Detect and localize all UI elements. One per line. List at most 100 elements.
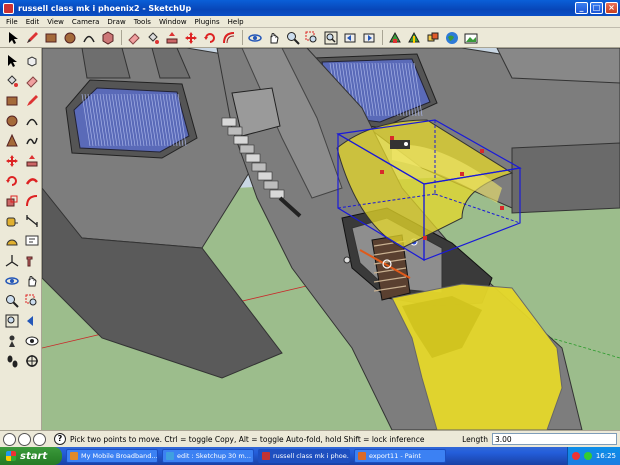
task-paint[interactable]: export11 - Paint [354, 449, 446, 463]
measurements-input[interactable] [492, 433, 617, 445]
offset-icon[interactable] [22, 191, 41, 210]
walk-icon[interactable] [2, 351, 21, 370]
start-button[interactable]: start [0, 447, 62, 465]
dimension-icon[interactable] [22, 211, 41, 230]
system-tray: 16:25 [566, 447, 620, 465]
taskbar: start My Mobile Broadband... edit : Sket… [0, 447, 620, 465]
credits-icon[interactable] [18, 432, 31, 446]
scale-icon[interactable] [2, 191, 21, 210]
status-bar: ? Pick two points to move. Ctrl = toggle… [0, 430, 620, 447]
orbit-icon[interactable] [2, 271, 21, 290]
clock: 16:25 [595, 452, 616, 460]
menu-draw[interactable]: Draw [103, 18, 129, 26]
freehand-icon[interactable] [22, 131, 41, 150]
select-icon[interactable] [4, 29, 21, 46]
eraser-icon[interactable] [22, 71, 41, 90]
zoom-icon[interactable] [2, 291, 21, 310]
arc-icon[interactable] [22, 111, 41, 130]
circle-icon[interactable] [2, 111, 21, 130]
paint-bucket-icon[interactable] [144, 29, 161, 46]
task-label: export11 - Paint [369, 452, 421, 460]
orbit-icon[interactable] [246, 29, 263, 46]
text-icon[interactable] [22, 231, 41, 250]
cockpit-fitting [343, 256, 351, 264]
pan-icon[interactable] [22, 271, 41, 290]
zoom-window-icon[interactable] [303, 29, 320, 46]
pan-icon[interactable] [265, 29, 282, 46]
arc-icon[interactable] [80, 29, 97, 46]
title-bar: russell class mk i phoenix2 - SketchUp _… [0, 0, 620, 16]
task-browser-edit[interactable]: edit : Sketchup 30 m... [162, 449, 254, 463]
polygon-icon[interactable] [99, 29, 116, 46]
rotate-icon[interactable] [201, 29, 218, 46]
main-toolbar [0, 28, 620, 48]
move-icon[interactable] [2, 151, 21, 170]
tray-network-icon[interactable] [583, 452, 592, 460]
zoom-window-icon[interactable] [22, 291, 41, 310]
tray-shield-icon[interactable] [571, 452, 580, 460]
task-sketchup[interactable]: russell class mk i phoe... [258, 449, 350, 463]
axes-icon[interactable] [2, 251, 21, 270]
minimize-button[interactable]: _ [575, 2, 588, 14]
zoom-extents-icon[interactable] [322, 29, 339, 46]
menu-help[interactable]: Help [224, 18, 248, 26]
look-around-icon[interactable] [22, 331, 41, 350]
photo-textures-icon[interactable] [462, 29, 479, 46]
user-icon[interactable] [33, 432, 46, 446]
previous-icon[interactable] [22, 311, 41, 330]
section-plane-icon[interactable] [22, 351, 41, 370]
menu-edit[interactable]: Edit [22, 18, 44, 26]
eraser-icon[interactable] [125, 29, 142, 46]
pencil-icon[interactable] [23, 29, 40, 46]
model-viewport[interactable] [42, 48, 620, 430]
push-pull-icon[interactable] [22, 151, 41, 170]
menu-camera[interactable]: Camera [68, 18, 103, 26]
move-cursor-point [404, 142, 408, 146]
tape-measure-icon[interactable] [2, 211, 21, 230]
follow-me-icon[interactable] [22, 171, 41, 190]
task-mobile-broadband[interactable]: My Mobile Broadband... [66, 449, 158, 463]
menu-file[interactable]: File [2, 18, 22, 26]
menu-bar: File Edit View Camera Draw Tools Window … [0, 16, 620, 28]
maximize-button[interactable]: □ [590, 2, 603, 14]
menu-view[interactable]: View [43, 18, 68, 26]
components-icon[interactable] [424, 29, 441, 46]
line-icon[interactable] [22, 91, 41, 110]
get-models-icon[interactable] [386, 29, 403, 46]
menu-tools[interactable]: Tools [130, 18, 155, 26]
model-scene[interactable] [42, 48, 620, 430]
push-pull-icon[interactable] [163, 29, 180, 46]
left-upper-strut [81, 48, 131, 79]
circle-icon[interactable] [61, 29, 78, 46]
next-view-icon[interactable] [360, 29, 377, 46]
zoom-extents-icon[interactable] [2, 311, 21, 330]
rotate-icon[interactable] [2, 171, 21, 190]
menu-plugins[interactable]: Plugins [191, 18, 224, 26]
browser-icon [166, 452, 174, 460]
share-model-icon[interactable] [405, 29, 422, 46]
toolbar-separator [242, 30, 243, 45]
previous-view-icon[interactable] [341, 29, 358, 46]
zoom-icon[interactable] [284, 29, 301, 46]
rectangle-icon[interactable] [42, 29, 59, 46]
move-icon[interactable] [182, 29, 199, 46]
paint-bucket-icon[interactable] [2, 71, 21, 90]
task-label: russell class mk i phoe... [273, 452, 350, 460]
geo-location-icon[interactable] [3, 432, 16, 446]
google-earth-icon[interactable] [443, 29, 460, 46]
status-hint: Pick two points to move. Ctrl = toggle C… [70, 434, 425, 444]
sketchup-app-icon [3, 2, 14, 14]
sketchup-icon [262, 452, 270, 460]
make-component-icon[interactable] [22, 51, 41, 70]
polygon-icon[interactable] [2, 131, 21, 150]
rectangle-icon[interactable] [2, 91, 21, 110]
select-icon[interactable] [2, 51, 21, 70]
task-label: edit : Sketchup 30 m... [177, 452, 251, 460]
offset-icon[interactable] [220, 29, 237, 46]
position-camera-icon[interactable] [2, 331, 21, 350]
menu-window[interactable]: Window [155, 18, 191, 26]
protractor-icon[interactable] [2, 231, 21, 250]
help-icon[interactable]: ? [54, 433, 66, 445]
close-button[interactable]: × [605, 2, 618, 14]
3d-text-icon[interactable] [22, 251, 41, 270]
